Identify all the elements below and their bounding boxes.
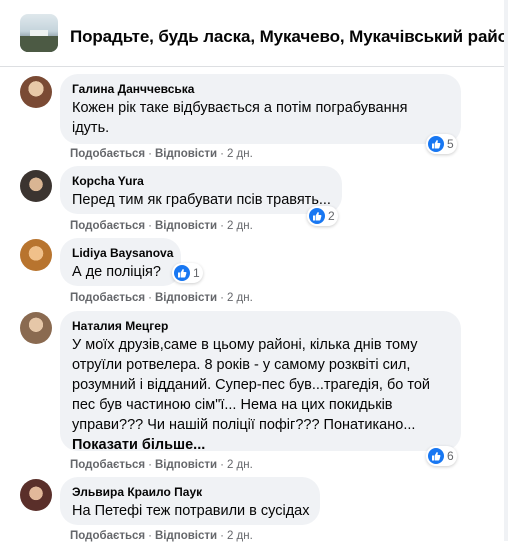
reaction-count[interactable]: 1: [172, 263, 203, 283]
reply-link[interactable]: Відповісти: [155, 292, 217, 304]
comment-author[interactable]: Наталия Мецгер: [72, 318, 449, 334]
comment-text: Перед тим як грабувати псів травять...: [72, 192, 331, 208]
reply-link[interactable]: Відповісти: [155, 148, 217, 160]
comment-author[interactable]: Lidiya Baysanova: [72, 245, 173, 261]
avatar[interactable]: [20, 239, 52, 271]
comment-time[interactable]: 2 дн.: [227, 148, 253, 160]
like-link[interactable]: Подобається: [70, 459, 145, 471]
comment-author[interactable]: Галина Данччевська: [72, 81, 449, 97]
reply-link[interactable]: Відповісти: [155, 530, 217, 542]
avatar[interactable]: [20, 170, 52, 202]
like-icon: [428, 136, 444, 152]
avatar[interactable]: [20, 312, 52, 344]
comment-bubble: Эльвира Краило Паук На Петефі теж потрав…: [60, 477, 320, 525]
reaction-count[interactable]: 6: [426, 446, 457, 466]
see-more-link[interactable]: Показати більше...: [72, 435, 449, 455]
like-icon: [428, 448, 444, 464]
comment-text: А де поліція?: [72, 264, 161, 280]
reply-link[interactable]: Відповісти: [155, 459, 217, 471]
reaction-count[interactable]: 2: [307, 206, 338, 226]
like-link[interactable]: Подобається: [70, 148, 145, 160]
like-icon: [174, 265, 190, 281]
comment-actions: Подобається · Відповісти · 2 дн.: [70, 220, 253, 232]
comment-text: На Петефі теж потравили в сусідах: [72, 503, 310, 519]
comment-bubble: Галина Данччевська Кожен рік таке відбув…: [60, 74, 461, 144]
group-title[interactable]: Порадьте, будь ласка, Мукачево, Мукачівс…: [70, 27, 508, 47]
scrollbar[interactable]: [504, 0, 508, 541]
like-link[interactable]: Подобається: [70, 220, 145, 232]
like-link[interactable]: Подобається: [70, 530, 145, 542]
comment-actions: Подобається · Відповісти · 2 дн.: [70, 459, 253, 471]
comment-bubble: Lidiya Baysanova А де поліція?: [60, 238, 181, 286]
group-header: Порадьте, будь ласка, Мукачево, Мукачівс…: [0, 0, 508, 67]
comment-bubble: Наталия Мецгер У моїх друзів,саме в цьом…: [60, 311, 461, 453]
avatar[interactable]: [20, 76, 52, 108]
like-link[interactable]: Подобається: [70, 292, 145, 304]
comment-time[interactable]: 2 дн.: [227, 220, 253, 232]
comment-time[interactable]: 2 дн.: [227, 459, 253, 471]
comment-bubble: Корcha Yura Перед тим як грабувати псів …: [60, 166, 342, 214]
comment-author[interactable]: Эльвира Краило Паук: [72, 484, 308, 500]
avatar[interactable]: [20, 479, 52, 511]
comment-time[interactable]: 2 дн.: [227, 530, 253, 542]
comment-actions: Подобається · Відповісти · 2 дн.: [70, 148, 253, 160]
like-icon: [309, 208, 325, 224]
group-cover-thumbnail[interactable]: [20, 14, 58, 52]
comment-time[interactable]: 2 дн.: [227, 292, 253, 304]
comment-text: У моїх друзів,саме в цьому районі, кільк…: [72, 335, 449, 455]
comment-author[interactable]: Корcha Yura: [72, 173, 330, 189]
reply-link[interactable]: Відповісти: [155, 220, 217, 232]
comment-text: Кожен рік таке відбувається а потім погр…: [72, 100, 408, 136]
reaction-count[interactable]: 5: [426, 134, 457, 154]
comment-actions: Подобається · Відповісти · 2 дн.: [70, 292, 253, 304]
